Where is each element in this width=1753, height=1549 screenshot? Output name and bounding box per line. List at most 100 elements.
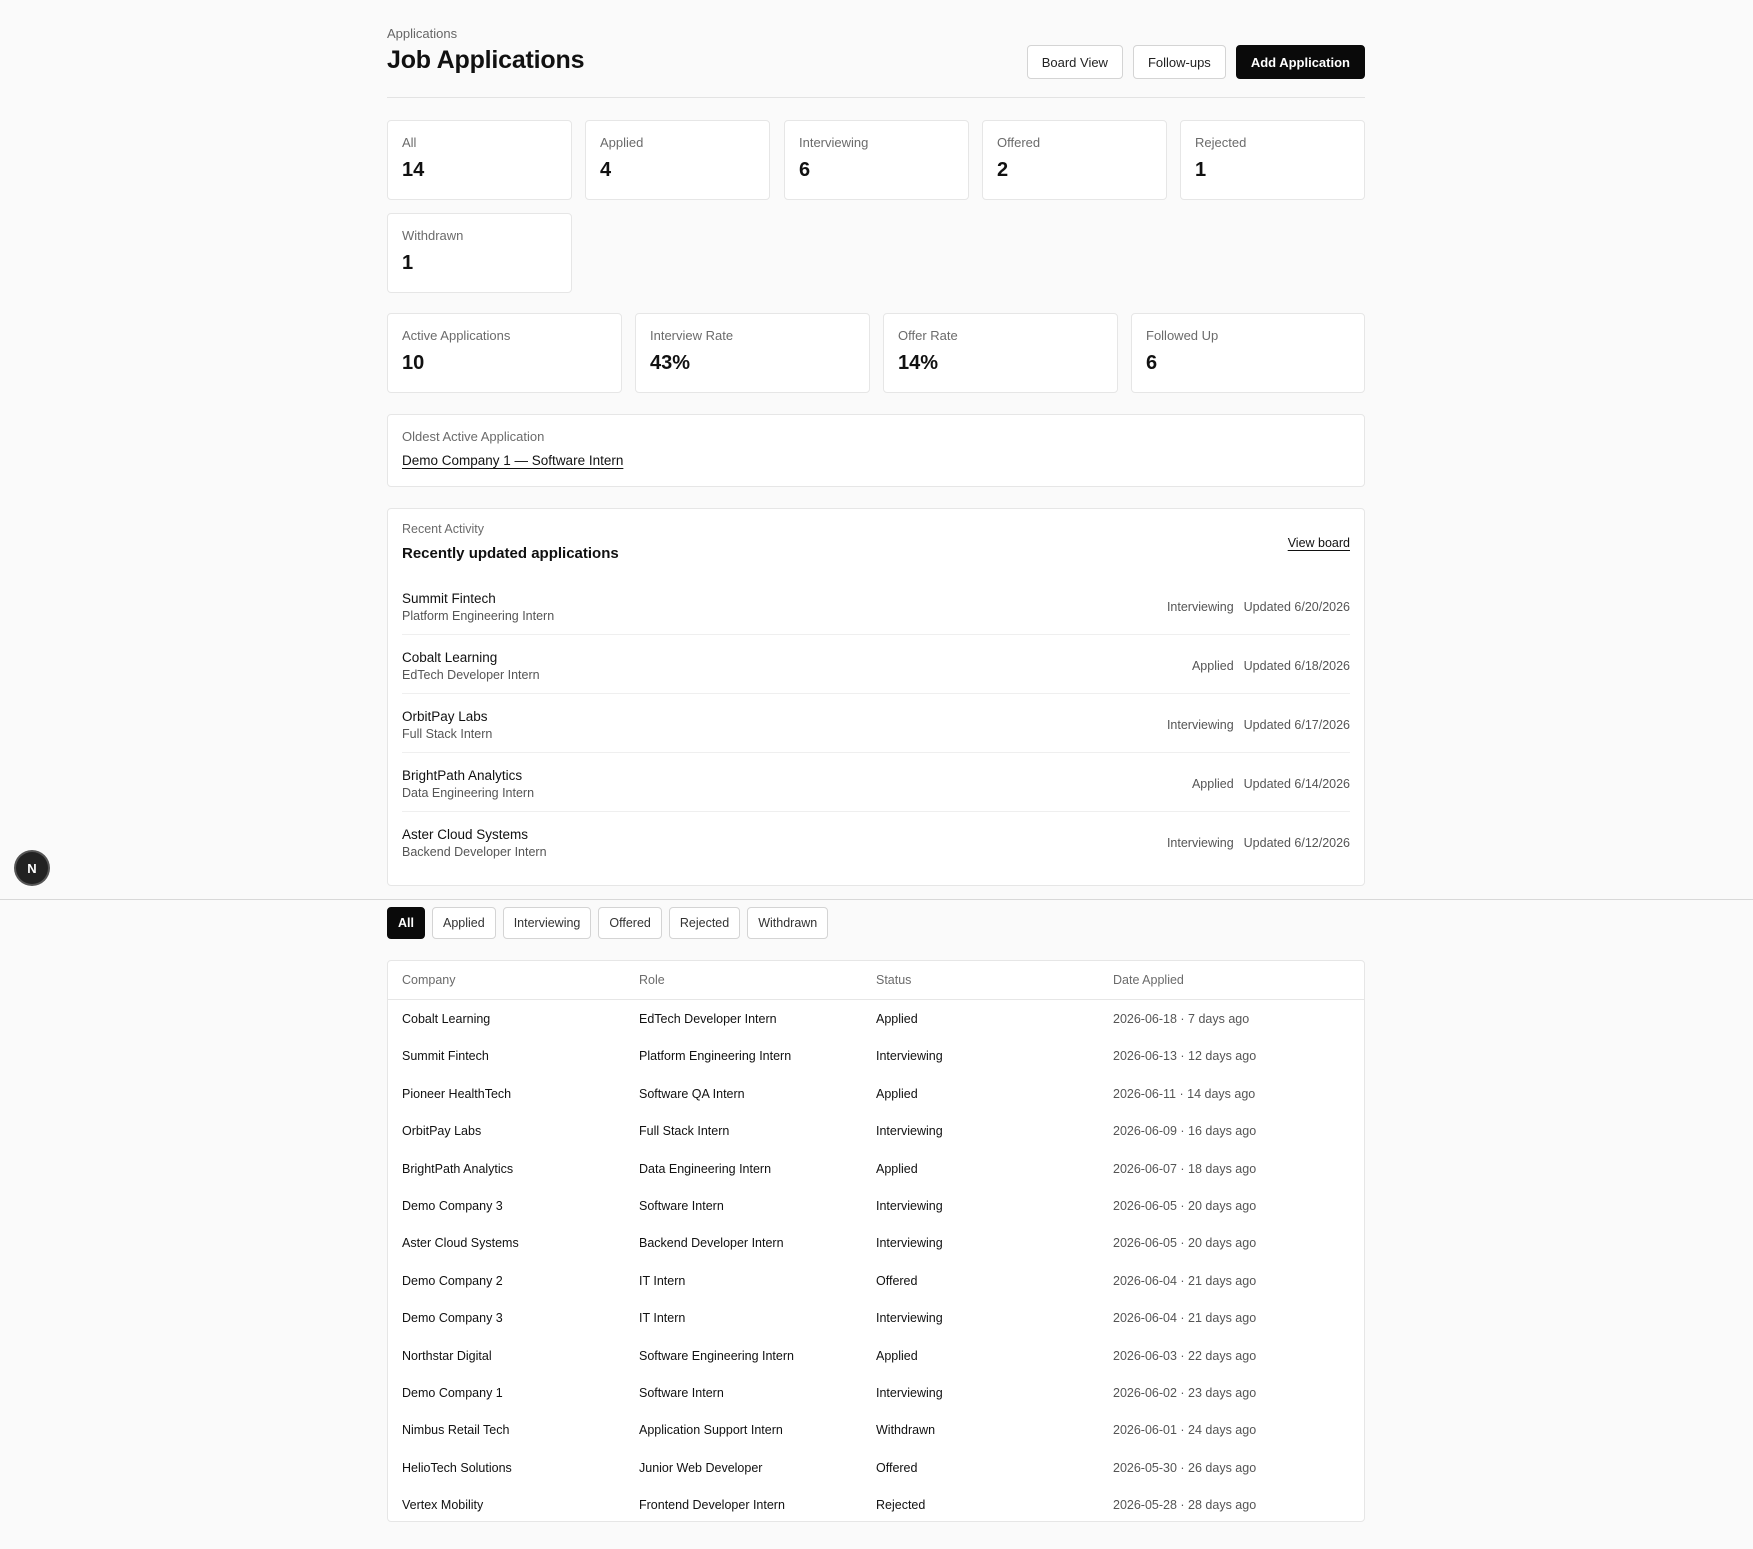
column-header-company[interactable]: Company <box>402 973 456 987</box>
table-row[interactable]: Demo Company 1 Software Intern Interview… <box>388 1374 1364 1411</box>
recent-updated: Updated 6/17/2026 <box>1243 718 1350 732</box>
recent-activity-item[interactable]: Summit Fintech Platform Engineering Inte… <box>402 576 1350 635</box>
cell-company: Aster Cloud Systems <box>402 1236 519 1251</box>
cell-status: Applied <box>876 1161 918 1176</box>
recent-company: Aster Cloud Systems <box>402 827 529 842</box>
cell-company: Nimbus Retail Tech <box>402 1423 510 1438</box>
status-card-value: 1 <box>402 252 414 274</box>
cell-date: 2026-06-05 · 20 days ago <box>1113 1236 1257 1251</box>
recent-activity-eyebrow: Recent Activity <box>402 522 484 536</box>
filter-tab-interviewing[interactable]: Interviewing <box>502 907 592 939</box>
cell-date: 2026-06-03 · 22 days ago <box>1113 1348 1257 1363</box>
recent-meta: Interviewing Updated 6/17/2026 <box>1167 718 1350 732</box>
cell-date: 2026-05-28 · 28 days ago <box>1113 1498 1257 1513</box>
recent-status: Interviewing <box>1166 836 1234 850</box>
oldest-active-link[interactable]: Demo Company 1 — Software Intern <box>402 453 623 468</box>
cell-role: Software Intern <box>639 1385 724 1400</box>
table-row[interactable]: OrbitPay Labs Full Stack Intern Intervie… <box>388 1112 1364 1149</box>
table-header: Company Role Status Date Applied <box>388 961 1364 1000</box>
cell-status: Rejected <box>876 1498 926 1513</box>
cell-date: 2026-06-01 · 24 days ago <box>1113 1423 1257 1438</box>
table-row[interactable]: Cobalt Learning EdTech Developer Intern … <box>388 1000 1364 1037</box>
metric-card-offer-rate: Offer Rate 14% <box>883 313 1118 393</box>
status-card-value: 14 <box>402 159 425 181</box>
recent-activity-item[interactable]: Aster Cloud Systems Backend Developer In… <box>402 812 1350 871</box>
metric-card-active-applications: Active Applications 10 <box>387 313 622 393</box>
recent-company: Cobalt Learning <box>402 650 498 665</box>
breadcrumb[interactable]: Applications <box>387 26 457 41</box>
cell-date: 2026-06-11 · 14 days ago <box>1113 1086 1256 1101</box>
filter-tab-withdrawn[interactable]: Withdrawn <box>747 907 829 939</box>
board-view-button[interactable]: Board View <box>1026 45 1123 79</box>
recent-activity-item[interactable]: OrbitPay Labs Full Stack Intern Intervie… <box>402 694 1350 753</box>
cell-date: 2026-06-18 · 7 days ago <box>1113 1012 1250 1026</box>
cell-status: Interviewing <box>876 1385 943 1400</box>
cell-role: Software Engineering Intern <box>639 1348 794 1363</box>
status-card-interviewing[interactable]: Interviewing 6 <box>784 120 969 200</box>
table-row[interactable]: Nimbus Retail Tech Application Support I… <box>388 1411 1364 1448</box>
cell-role: Software Intern <box>639 1198 724 1213</box>
view-board-link[interactable]: View board <box>1288 536 1350 550</box>
filter-tab-all[interactable]: All <box>387 907 425 939</box>
table-row[interactable]: Northstar Digital Software Engineering I… <box>388 1337 1364 1374</box>
column-header-date-applied[interactable]: Date Applied <box>1113 973 1184 987</box>
column-header-role[interactable]: Role <box>639 973 665 987</box>
cell-status: Offered <box>876 1460 918 1475</box>
table-row[interactable]: Demo Company 3 IT Intern Interviewing 20… <box>388 1299 1364 1336</box>
recent-activity-item[interactable]: Cobalt Learning EdTech Developer Intern … <box>402 635 1350 694</box>
table-row[interactable]: Pioneer HealthTech Software QA Intern Ap… <box>388 1075 1364 1112</box>
recent-company: BrightPath Analytics <box>402 768 523 783</box>
table-row[interactable]: HelioTech Solutions Junior Web Developer… <box>388 1449 1364 1486</box>
recent-meta: Interviewing Updated 6/12/2026 <box>1167 836 1350 850</box>
page-header: Applications Job Applications Board View… <box>387 26 1365 98</box>
oldest-active-label: Oldest Active Application <box>402 429 545 444</box>
cell-role: Data Engineering Intern <box>639 1161 772 1176</box>
recent-activity-card: Recent Activity Recently updated applica… <box>387 508 1365 886</box>
table-row[interactable]: Vertex Mobility Frontend Developer Inter… <box>388 1486 1364 1523</box>
cell-status: Interviewing <box>876 1049 943 1064</box>
metric-value: 14% <box>898 352 939 374</box>
table-row[interactable]: BrightPath Analytics Data Engineering In… <box>388 1150 1364 1187</box>
cell-status: Applied <box>876 1086 918 1101</box>
metric-label: Active Applications <box>402 328 511 343</box>
cell-status: Interviewing <box>876 1311 943 1326</box>
cell-company: Northstar Digital <box>402 1348 492 1363</box>
filter-tab-applied[interactable]: Applied <box>431 907 496 939</box>
metric-card-interview-rate: Interview Rate 43% <box>635 313 870 393</box>
applications-table: Company Role Status Date Applied Cobalt … <box>387 960 1365 1522</box>
recent-activity-list: Summit Fintech Platform Engineering Inte… <box>402 576 1350 871</box>
cell-role: IT Intern <box>639 1311 686 1326</box>
recent-updated: Updated 6/12/2026 <box>1243 836 1350 850</box>
cell-role: Platform Engineering Intern <box>639 1049 792 1064</box>
filter-tab-offered[interactable]: Offered <box>598 907 662 939</box>
add-application-button[interactable]: Add Application <box>1235 45 1365 79</box>
table-row[interactable]: Demo Company 3 Software Intern Interview… <box>388 1187 1364 1224</box>
table-row[interactable]: Aster Cloud Systems Backend Developer In… <box>388 1224 1364 1261</box>
cell-status: Interviewing <box>876 1236 943 1251</box>
cell-company: Cobalt Learning <box>402 1012 491 1026</box>
column-header-status[interactable]: Status <box>876 973 911 987</box>
table-row[interactable]: Demo Company 2 IT Intern Offered 2026-06… <box>388 1262 1364 1299</box>
cell-role: Backend Developer Intern <box>639 1236 784 1251</box>
cell-role: IT Intern <box>639 1273 686 1288</box>
status-filter-tabs: All Applied Interviewing Offered Rejecte… <box>387 907 829 939</box>
recent-status: Interviewing <box>1166 718 1234 732</box>
status-card-rejected[interactable]: Rejected 1 <box>1180 120 1365 200</box>
cell-date: 2026-06-09 · 16 days ago <box>1113 1124 1257 1139</box>
status-card-all[interactable]: All 14 <box>387 120 572 200</box>
recent-meta: Applied Updated 6/14/2026 <box>1192 777 1350 791</box>
n-badge-icon[interactable]: N <box>16 852 48 884</box>
metric-value: 10 <box>402 352 425 374</box>
status-card-applied[interactable]: Applied 4 <box>585 120 770 200</box>
recent-activity-item[interactable]: BrightPath Analytics Data Engineering In… <box>402 753 1350 812</box>
cell-role: Full Stack Intern <box>639 1124 730 1139</box>
status-card-withdrawn[interactable]: Withdrawn 1 <box>387 213 572 293</box>
filter-tab-rejected[interactable]: Rejected <box>668 907 741 939</box>
status-card-offered[interactable]: Offered 2 <box>982 120 1167 200</box>
table-row[interactable]: Summit Fintech Platform Engineering Inte… <box>388 1037 1364 1074</box>
cell-company: Pioneer HealthTech <box>402 1086 512 1101</box>
cell-status: Applied <box>876 1012 918 1026</box>
follow-ups-button[interactable]: Follow-ups <box>1132 45 1226 79</box>
cell-role: EdTech Developer Intern <box>639 1012 777 1026</box>
cell-company: Demo Company 2 <box>402 1273 503 1288</box>
